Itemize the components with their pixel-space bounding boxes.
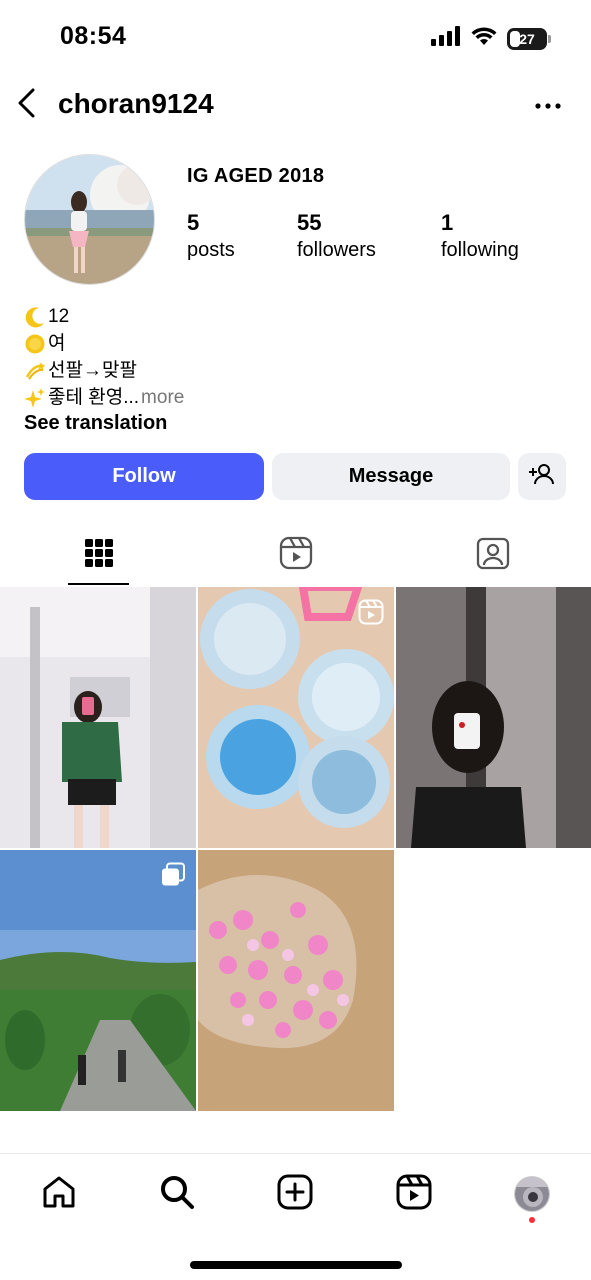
- active-tab-indicator: [68, 583, 129, 585]
- profile-bio: 12 여 선팔→맞팔 좋테 환영... more: [24, 303, 184, 411]
- bio-text: 선팔→맞팔: [48, 360, 137, 381]
- sun-icon: [24, 333, 46, 355]
- chevron-left-icon: [16, 88, 38, 123]
- search-icon: [159, 1174, 195, 1215]
- avatar: [514, 1176, 550, 1212]
- post-thumbnail[interactable]: [396, 587, 591, 848]
- nav-search[interactable]: [155, 1172, 199, 1216]
- followers-stat[interactable]: 55 followers: [297, 210, 376, 264]
- notification-dot: [529, 1217, 535, 1223]
- bio-text: 여: [48, 333, 66, 354]
- bio-more-link[interactable]: more: [141, 384, 184, 411]
- profile-header: choran9124: [0, 80, 591, 132]
- following-count: 1: [441, 210, 454, 235]
- more-horizontal-icon: [535, 96, 561, 114]
- tagged-icon: [476, 536, 510, 575]
- create-icon: [277, 1174, 313, 1215]
- post-thumbnail[interactable]: [0, 587, 196, 848]
- bio-text: 12: [48, 306, 70, 327]
- crescent-moon-icon: [24, 306, 46, 328]
- tab-reels[interactable]: [197, 525, 394, 585]
- follow-button[interactable]: Follow: [24, 453, 264, 500]
- profile-username: choran9124: [58, 88, 214, 119]
- bio-title: IG AGED 2018: [187, 165, 325, 187]
- battery-level: 27: [519, 30, 535, 47]
- sparkles-icon: [24, 387, 46, 409]
- more-options-button[interactable]: [533, 90, 563, 120]
- reels-icon: [279, 536, 313, 575]
- nav-create[interactable]: [273, 1172, 317, 1216]
- post-thumbnail[interactable]: [198, 587, 394, 848]
- post-thumbnail[interactable]: [0, 850, 196, 1111]
- bio-line: 좋테 환영... more: [24, 384, 184, 411]
- see-translation-link[interactable]: See translation: [24, 412, 167, 435]
- status-bar: 08:54 27: [0, 0, 591, 80]
- bio-line: 12: [24, 303, 184, 330]
- posts-count: 5: [187, 210, 200, 235]
- status-time: 08:54: [60, 22, 127, 50]
- nav-reels[interactable]: [392, 1172, 436, 1216]
- profile-tabs: [0, 525, 591, 587]
- bottom-navigation: [0, 1153, 591, 1280]
- home-indicator: [190, 1261, 402, 1269]
- bio-line: 선팔→맞팔: [24, 357, 184, 384]
- tab-tagged[interactable]: [394, 525, 591, 585]
- dizzy-star-icon: [24, 360, 46, 382]
- grid-icon: [84, 538, 113, 572]
- reels-icon: [396, 1174, 432, 1215]
- bio-text: 좋테 환영...: [48, 387, 140, 408]
- post-thumbnail[interactable]: [198, 850, 394, 1111]
- reel-badge-icon: [358, 599, 384, 630]
- posts-stat[interactable]: 5 posts: [187, 210, 235, 264]
- following-label: following: [441, 239, 519, 261]
- battery-icon: 27: [507, 27, 551, 50]
- posts-label: posts: [187, 239, 235, 261]
- nav-home[interactable]: [37, 1172, 81, 1216]
- tab-posts-grid[interactable]: [0, 525, 197, 585]
- home-icon: [41, 1174, 77, 1215]
- status-icons: 27: [431, 26, 551, 51]
- bio-line: 여: [24, 330, 184, 357]
- followers-count: 55: [297, 210, 322, 235]
- cellular-signal-icon: [431, 26, 461, 51]
- wifi-icon: [471, 26, 497, 51]
- suggested-users-button[interactable]: [518, 453, 566, 500]
- nav-profile[interactable]: [510, 1172, 554, 1216]
- add-user-icon: [529, 463, 555, 491]
- profile-avatar[interactable]: [24, 154, 155, 285]
- carousel-badge-icon: [160, 862, 186, 893]
- back-button[interactable]: [10, 88, 44, 122]
- followers-label: followers: [297, 239, 376, 261]
- message-button[interactable]: Message: [272, 453, 510, 500]
- following-stat[interactable]: 1 following: [441, 210, 519, 264]
